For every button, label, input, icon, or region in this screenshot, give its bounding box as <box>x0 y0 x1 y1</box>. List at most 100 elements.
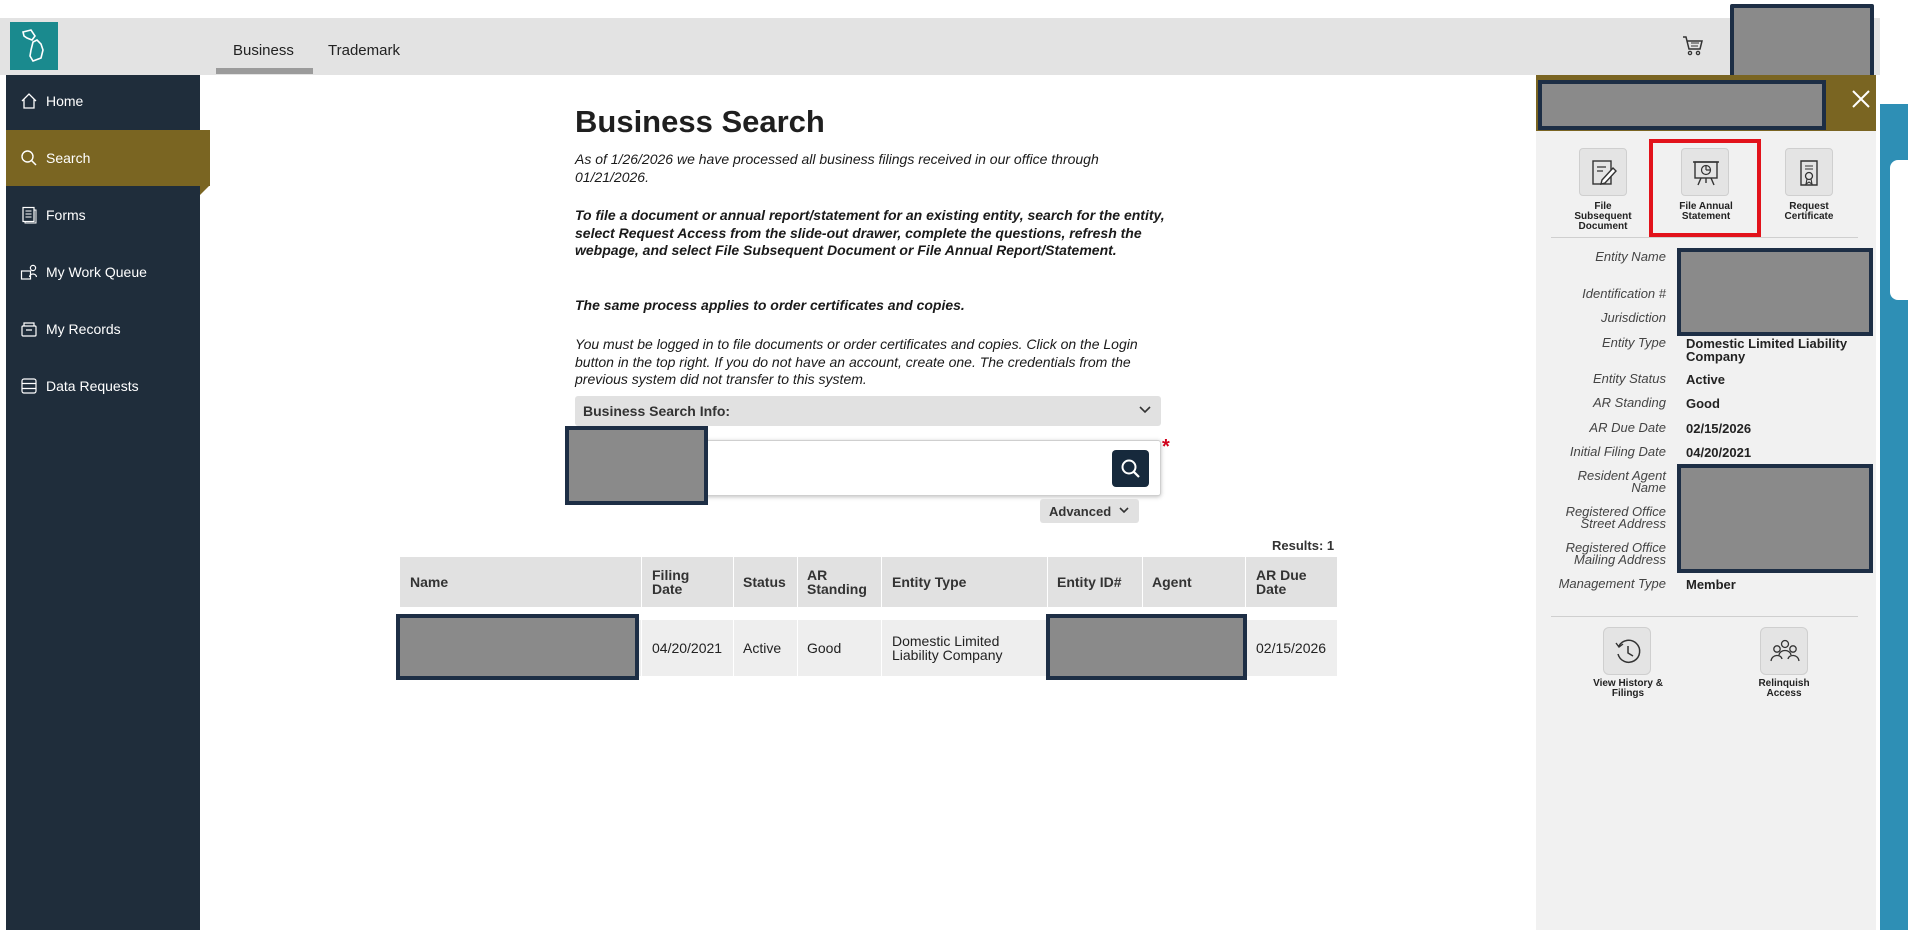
detail-label-jurisdiction: Jurisdiction <box>1600 310 1666 325</box>
column-header-ar-due-date[interactable]: AR Due Date <box>1256 557 1326 607</box>
redacted-agent-details <box>1677 464 1873 573</box>
login-instructions: You must be logged in to file documents … <box>575 336 1138 387</box>
detail-label-ar-due-date: AR Due Date <box>1589 420 1666 435</box>
home-icon <box>20 92 38 110</box>
column-header-entity-id[interactable]: Entity ID# <box>1057 557 1137 607</box>
relinquish-access-label[interactable]: Relinquish Access <box>1744 679 1824 699</box>
tab-trademark[interactable]: Trademark <box>328 42 400 59</box>
processing-notice: As of 1/26/2026 we have processed all bu… <box>575 151 1099 185</box>
highlight-annotation <box>1649 139 1761 237</box>
detail-label-registered-office-mailing: Registered Office Mailing Address <box>1565 540 1666 567</box>
records-icon <box>20 320 38 338</box>
sidebar-item-home[interactable]: Home <box>6 73 200 129</box>
business-search-info-label: Business Search Info: <box>583 403 731 419</box>
column-header-status[interactable]: Status <box>743 557 793 607</box>
sidebar-item-my-work-queue[interactable]: My Work Queue <box>6 244 200 300</box>
cell-ar-standing: Good <box>807 640 842 656</box>
detail-label-entity-status: Entity Status <box>1593 371 1666 386</box>
detail-label-ar-standing: AR Standing <box>1593 395 1666 410</box>
sidebar-item-label: Search <box>46 150 91 166</box>
background-photo-edge <box>1890 160 1908 300</box>
sidebar-item-label: My Records <box>46 321 121 337</box>
cell-filing-date: 04/20/2021 <box>652 640 723 656</box>
work-queue-icon <box>20 263 38 281</box>
sidebar-item-search[interactable]: Search <box>6 130 210 186</box>
redacted-entity-name[interactable] <box>396 614 639 680</box>
search-button[interactable] <box>1112 450 1149 487</box>
required-marker: * <box>1162 436 1170 458</box>
column-header-agent[interactable]: Agent <box>1152 557 1232 607</box>
active-tab-indicator <box>216 68 313 74</box>
detail-value-initial-filing-date: 04/20/2021 <box>1686 445 1752 460</box>
column-divider <box>881 557 882 607</box>
search-icon <box>20 149 38 167</box>
business-search-info-dropdown[interactable]: Business Search Info: <box>575 396 1161 426</box>
column-divider <box>1047 557 1048 607</box>
advanced-label: Advanced <box>1049 504 1112 519</box>
redacted-search-text <box>565 426 708 505</box>
certificate-icon <box>1800 160 1818 186</box>
detail-value-entity-type: Domestic Limited Liability Company <box>1686 336 1848 364</box>
redacted-entity-details <box>1677 248 1873 336</box>
detail-label-resident-agent-name: Resident Agent Name <box>1577 468 1666 495</box>
column-divider <box>797 557 798 607</box>
column-header-ar-standing[interactable]: AR Standing <box>807 557 877 607</box>
file-subsequent-document-button[interactable] <box>1579 148 1627 196</box>
search-icon <box>1121 459 1140 478</box>
column-divider <box>1245 557 1246 607</box>
tab-business[interactable]: Business <box>233 42 294 59</box>
redacted-login-area[interactable] <box>1730 4 1874 82</box>
michigan-logo-icon[interactable] <box>10 22 58 70</box>
redacted-entity-id-and-agent <box>1046 614 1247 680</box>
column-divider <box>797 620 798 676</box>
sidebar-item-data-requests[interactable]: Data Requests <box>6 358 200 414</box>
column-header-name[interactable]: Name <box>410 557 630 607</box>
chevron-down-icon <box>1119 507 1129 514</box>
close-icon[interactable] <box>1851 89 1871 114</box>
divider <box>1551 237 1858 238</box>
page-title: Business Search <box>575 104 825 139</box>
request-certificate-button[interactable] <box>1785 148 1833 196</box>
detail-value-entity-status: Active <box>1686 372 1726 387</box>
sidebar-item-forms[interactable]: Forms <box>6 187 200 243</box>
cell-entity-type: Domestic Limited Liability Company <box>892 633 1003 663</box>
view-history-button[interactable] <box>1603 627 1651 675</box>
chevron-down-icon <box>1139 406 1151 414</box>
column-divider <box>1142 557 1143 607</box>
advanced-search-button[interactable]: Advanced <box>1040 499 1139 523</box>
sidebar-item-label: My Work Queue <box>46 264 147 280</box>
database-icon <box>20 377 38 395</box>
detail-label-initial-filing-date: Initial Filing Date <box>1569 444 1666 459</box>
sidebar-item-my-records[interactable]: My Records <box>6 301 200 357</box>
column-header-entity-type[interactable]: Entity Type <box>892 557 1042 607</box>
detail-value-ar-due-date: 02/15/2026 <box>1686 421 1752 436</box>
users-icon <box>1770 639 1800 662</box>
column-divider <box>641 557 642 607</box>
filing-instructions: To file a document or annual report/stat… <box>575 207 1165 258</box>
column-divider <box>881 620 882 676</box>
file-edit-icon <box>1592 160 1617 185</box>
active-nav-notch <box>200 185 210 195</box>
divider <box>1551 616 1858 617</box>
file-subsequent-document-label[interactable]: File Subsequent Document <box>1566 202 1640 232</box>
sidebar-item-label: Data Requests <box>46 378 139 394</box>
column-divider <box>733 557 734 607</box>
request-certificate-label[interactable]: Request Certificate <box>1772 202 1846 222</box>
history-icon <box>1615 639 1641 663</box>
detail-label-entity-name: Entity Name <box>1595 249 1666 264</box>
results-count: Results: 1 <box>1272 538 1335 553</box>
column-header-filing-date[interactable]: Filing Date <box>652 557 702 607</box>
view-history-label[interactable]: View History & Filings <box>1586 679 1670 699</box>
detail-value-management-type: Member <box>1686 577 1736 592</box>
sidebar-item-label: Forms <box>46 207 86 223</box>
detail-label-registered-office-street: Registered Office Street Address <box>1565 504 1666 531</box>
detail-value-ar-standing: Good <box>1686 396 1720 411</box>
cart-icon[interactable] <box>1681 33 1705 62</box>
redacted-drawer-title <box>1538 80 1826 130</box>
forms-icon <box>20 206 38 224</box>
detail-label-management-type: Management Type <box>1558 576 1666 591</box>
column-divider <box>733 620 734 676</box>
cell-status: Active <box>743 640 782 656</box>
column-divider <box>641 620 642 676</box>
relinquish-access-button[interactable] <box>1760 627 1808 675</box>
